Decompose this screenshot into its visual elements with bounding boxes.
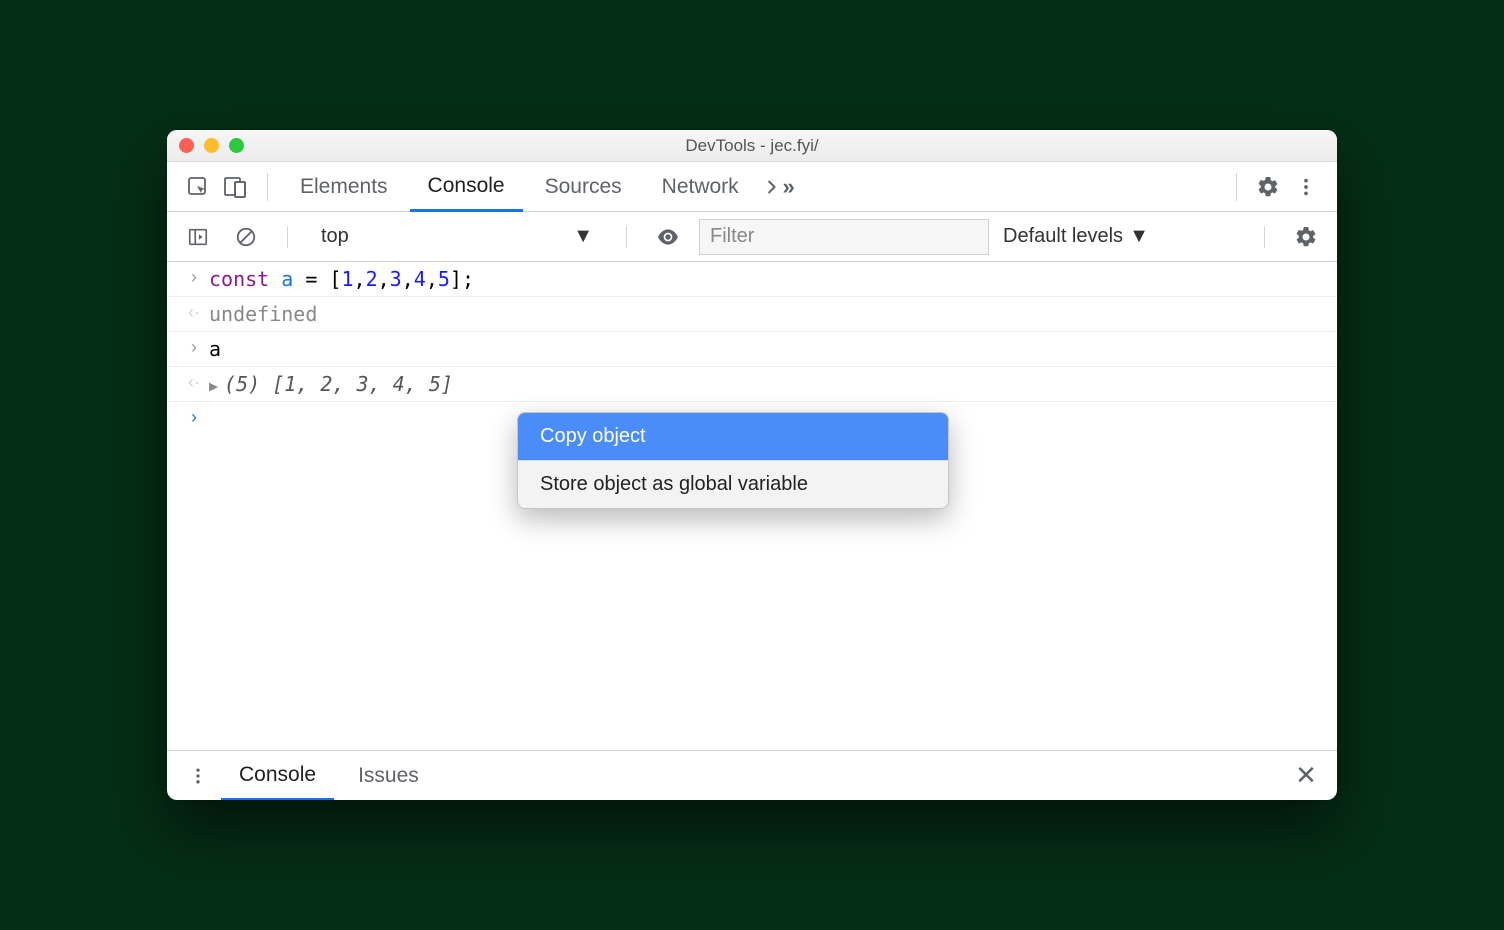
context-menu-copy-object[interactable]: Copy object [518,413,948,460]
console-settings-icon[interactable] [1289,220,1323,254]
filter-placeholder: Filter [710,225,754,248]
minimize-window-button[interactable] [204,138,219,153]
output-chevron-icon: ‹· [179,302,209,323]
more-tabs-icon[interactable]: » [761,170,795,204]
drawer-tabbar: Console Issues ✕ [167,750,1337,800]
console-input-row: › a [167,332,1337,367]
input-chevron-icon: › [179,267,209,288]
divider [626,226,627,248]
divider [287,226,288,248]
input-chevron-icon: › [179,337,209,358]
console-output-value[interactable]: ▶(5) [1, 2, 3, 4, 5] [209,372,1321,396]
context-menu-store-global[interactable]: Store object as global variable [518,460,948,508]
tab-sources[interactable]: Sources [527,162,640,212]
settings-icon[interactable] [1251,170,1285,204]
console-output-row[interactable]: ‹· ▶(5) [1, 2, 3, 4, 5] [167,367,1337,402]
chevron-down-icon: ▼ [573,225,593,248]
tab-network[interactable]: Network [644,162,757,212]
devtools-window: DevTools - jec.fyi/ Elements Console Sou… [167,130,1337,800]
device-toggle-icon[interactable] [219,170,253,204]
window-title: DevTools - jec.fyi/ [167,136,1337,156]
inspect-icon[interactable] [181,170,215,204]
console-output-value: undefined [209,302,1321,326]
console-input-code: const a = [1,2,3,4,5]; [209,267,1321,291]
drawer-tab-issues[interactable]: Issues [340,751,437,801]
console-input-row: › const a = [1,2,3,4,5]; [167,262,1337,297]
live-expression-icon[interactable] [651,220,685,254]
drawer-tab-console[interactable]: Console [221,751,334,800]
prompt-chevron-icon: › [179,407,209,428]
console-log-area[interactable]: › const a = [1,2,3,4,5]; ‹· undefined › … [167,262,1337,750]
console-input-code: a [209,337,1321,361]
panel-tabbar: Elements Console Sources Network » [167,162,1337,212]
divider [1236,173,1237,201]
close-drawer-icon[interactable]: ✕ [1289,759,1323,793]
close-window-button[interactable] [179,138,194,153]
execution-context-select[interactable]: top ▼ [312,221,602,253]
output-chevron-icon: ‹· [179,372,209,393]
expand-triangle-icon[interactable]: ▶ [209,377,218,395]
console-toolbar: top ▼ Filter Default levels ▼ [167,212,1337,262]
context-menu: Copy object Store object as global varia… [517,412,949,509]
divider [1264,226,1265,248]
maximize-window-button[interactable] [229,138,244,153]
tab-console[interactable]: Console [410,162,523,212]
tab-elements[interactable]: Elements [282,162,406,212]
divider [267,173,268,201]
kebab-menu-icon[interactable] [1289,170,1323,204]
traffic-lights [179,138,244,153]
execution-context-label: top [321,225,349,248]
console-output-row: ‹· undefined [167,297,1337,332]
filter-input[interactable]: Filter [699,219,989,255]
drawer-kebab-icon[interactable] [181,759,215,793]
log-levels-label: Default levels [1003,225,1123,248]
log-levels-select[interactable]: Default levels ▼ [1003,225,1149,248]
sidebar-toggle-icon[interactable] [181,220,215,254]
clear-console-icon[interactable] [229,220,263,254]
chevron-down-icon: ▼ [1129,225,1149,248]
titlebar: DevTools - jec.fyi/ [167,130,1337,162]
